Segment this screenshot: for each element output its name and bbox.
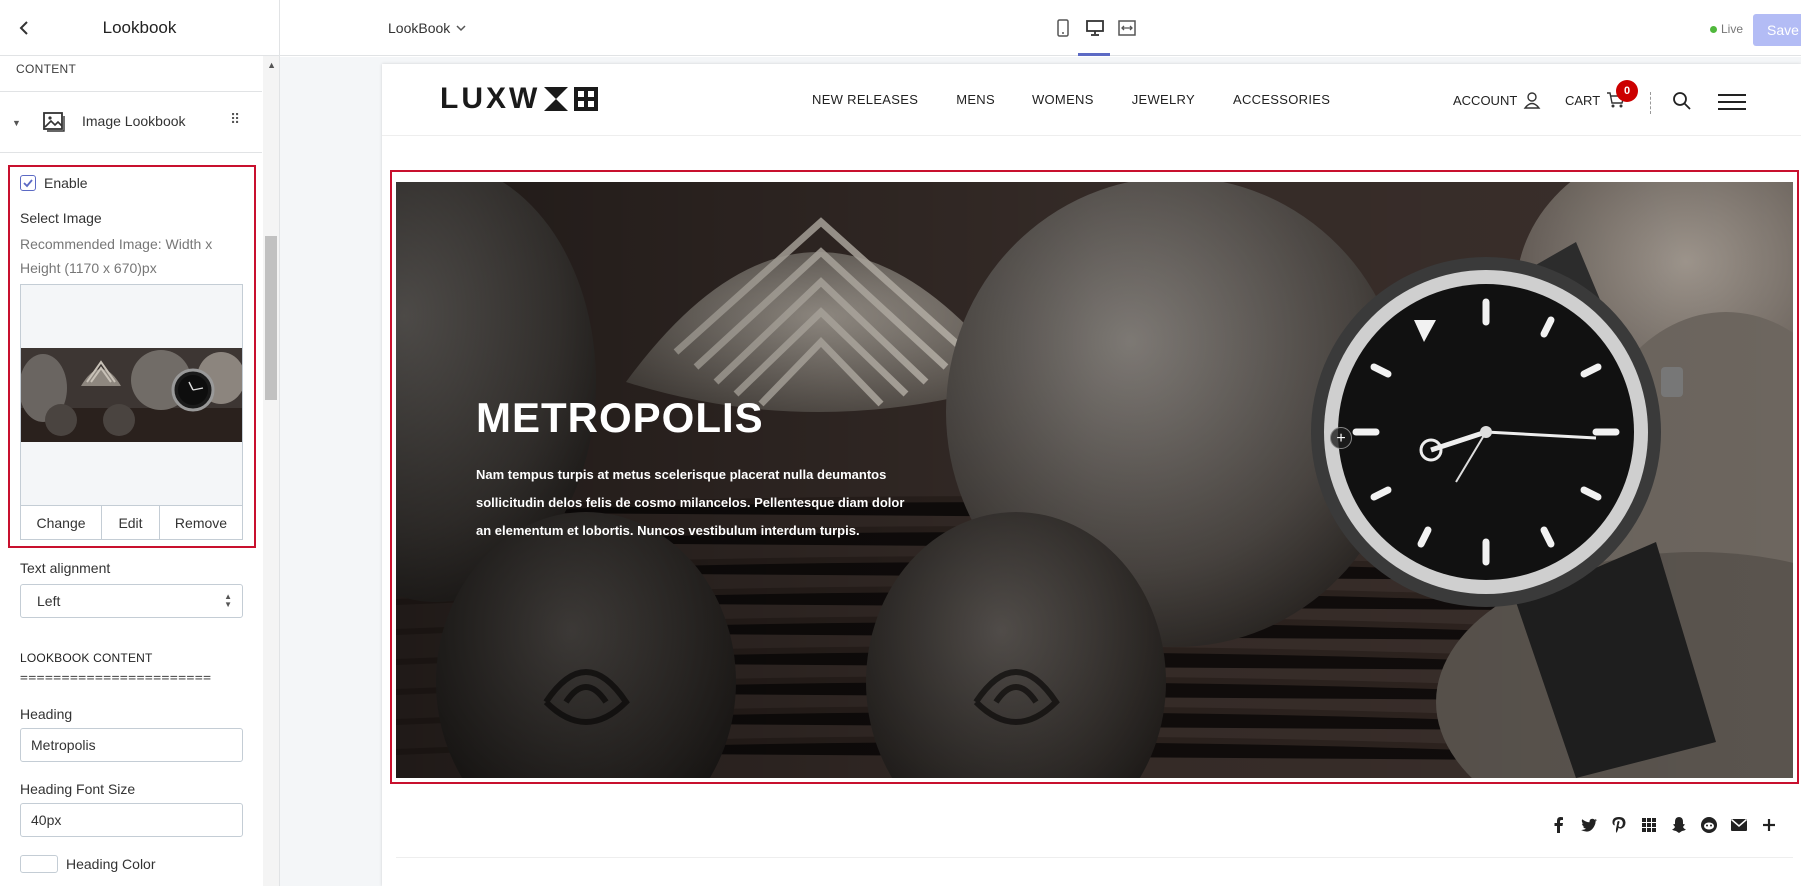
template-name: LookBook [388,20,451,36]
store-logo[interactable]: LUXW [440,82,600,116]
drag-handle-icon[interactable]: ⠿ [230,111,240,128]
sidebar-scroll-thumb[interactable] [265,236,277,400]
save-button[interactable]: Save [1753,14,1801,46]
section-label: CONTENT [16,62,77,76]
active-device-indicator [1078,53,1110,56]
social-share-bar [1550,816,1778,834]
account-label: ACCOUNT [1453,92,1518,108]
enable-checkbox[interactable] [20,175,36,191]
hotspot-plus-icon[interactable]: + [1330,427,1352,449]
select-value: Left [37,593,61,609]
storefront-preview: LUXW NEW RELEASES MENS WOMENS JEWELRY AC… [382,64,1801,886]
caret-down-icon[interactable]: ▼ [12,118,21,128]
nav-womens[interactable]: WOMENS [1032,92,1094,107]
back-arrow-icon[interactable] [12,16,36,40]
heading-input[interactable]: Metropolis [20,728,243,762]
footer-divider [396,857,1793,858]
live-label: Live [1721,22,1744,36]
logo-mark-icon [544,87,599,111]
user-icon [1523,92,1541,109]
twitter-icon[interactable] [1580,816,1598,834]
recommended-help: Recommended Image: Width x Height (1170 … [20,232,230,280]
heading-label: Heading [20,706,73,722]
heading-font-size-input[interactable]: 40px [20,803,243,837]
image-button-group: Change Edit Remove [21,505,242,539]
live-status: Live [1710,22,1743,36]
editor-topbar: LookBook Live Save [280,0,1801,56]
snapchat-icon[interactable] [1670,816,1688,834]
enable-label: Enable [44,175,88,191]
change-image-button[interactable]: Change [21,506,102,539]
nav-new-releases[interactable]: NEW RELEASES [812,92,918,107]
edit-image-button[interactable]: Edit [102,506,160,539]
nav-jewelry[interactable]: JEWELRY [1132,92,1195,107]
help-line: Height (1170 x 670)px [20,260,157,276]
image-thumbnail [21,348,242,442]
email-icon[interactable] [1730,816,1748,834]
store-header: LUXW NEW RELEASES MENS WOMENS JEWELRY AC… [382,64,1801,136]
status-dot [1710,25,1717,33]
hero-heading: METROPOLIS [476,394,764,441]
lookbook-content-heading: LOOKBOOK CONTENT [20,651,153,665]
header-separator [1650,92,1651,114]
plus-icon[interactable] [1760,816,1778,834]
sidebar-header: Lookbook [0,0,279,56]
reddit-icon[interactable] [1700,816,1718,834]
select-image-label: Select Image [20,210,102,226]
mobile-icon[interactable] [1053,18,1073,38]
desktop-icon[interactable] [1085,18,1105,38]
grid-icon[interactable] [1640,816,1658,834]
image-icon [42,110,66,134]
main-nav: NEW RELEASES MENS WOMENS JEWELRY ACCESSO… [812,92,1330,107]
sidebar-scrollbar[interactable] [263,56,279,886]
theme-sidebar: Lookbook CONTENT ▼ Image Lookbook ⠿ Enab… [0,0,280,886]
template-selector[interactable]: LookBook [388,20,466,36]
fullwidth-icon[interactable] [1117,18,1137,38]
lookbook-hero[interactable]: METROPOLIS Nam tempus turpis at metus sc… [396,182,1793,778]
account-link[interactable]: ACCOUNT [1453,91,1541,109]
search-icon[interactable] [1672,91,1692,116]
hamburger-menu-icon[interactable] [1718,93,1746,116]
cart-label: CART [1565,92,1601,108]
block-label: Image Lookbook [82,113,186,129]
nav-accessories[interactable]: ACCESSORIES [1233,92,1330,107]
heading-font-size-label: Heading Font Size [20,781,136,797]
help-line: Recommended Image: Width x [20,236,213,252]
divider [0,152,262,153]
sidebar-title: Lookbook [102,17,177,37]
select-arrows-icon: ▲ ▼ [224,592,232,609]
facebook-icon[interactable] [1550,816,1568,834]
remove-image-button[interactable]: Remove [160,506,242,539]
device-switcher [1053,18,1137,38]
text-alignment-select[interactable]: Left ▲ ▼ [20,584,243,618]
pinterest-icon[interactable] [1610,816,1628,834]
heading-color-label: Heading Color [66,856,156,872]
block-image-lookbook[interactable]: ▼ Image Lookbook ⠿ [0,92,262,152]
nav-mens[interactable]: MENS [956,92,995,107]
cart-count-badge: 0 [1616,80,1638,102]
scroll-up-arrow-icon[interactable]: ▲ [267,60,276,70]
section-rule: ======================= [20,671,212,686]
text-alignment-label: Text alignment [20,560,111,576]
heading-color-swatch[interactable] [20,855,58,873]
chevron-down-icon [456,25,466,32]
image-picker[interactable]: Change Edit Remove [20,284,243,540]
hero-description: Nam tempus turpis at metus scelerisque p… [476,467,905,538]
logo-text: LUXW [440,82,541,115]
